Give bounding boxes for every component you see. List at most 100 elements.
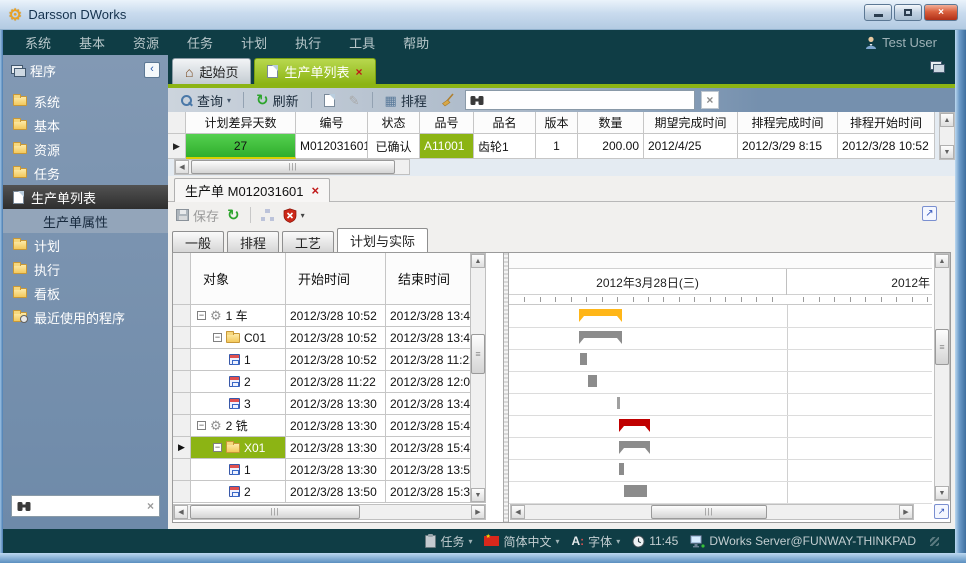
scroll-right-icon[interactable]: ▶ (899, 505, 913, 519)
order-cell-数量[interactable]: 200.00 (578, 134, 644, 159)
sidebar-search[interactable]: × (11, 495, 160, 517)
gantt-bar-summary[interactable] (579, 331, 622, 344)
order-cell-编号[interactable]: M012031601 (296, 134, 368, 159)
menu-item-任务[interactable]: 任务 (187, 33, 213, 52)
tree-start-cell[interactable]: 2012/3/28 13:50 (286, 481, 386, 503)
column-header-状态[interactable]: 状态 (368, 112, 420, 134)
tree-object-cell[interactable]: −X01 (191, 437, 286, 459)
popout-icon[interactable]: ↗ (922, 206, 937, 221)
close-tab-icon[interactable]: × (356, 65, 363, 79)
scroll-down-icon[interactable]: ▼ (935, 486, 949, 500)
sidebar-item-最近使用的程序[interactable]: 最近使用的程序 (3, 305, 168, 329)
scroll-left-icon[interactable]: ◀ (511, 505, 525, 519)
tree-start-cell[interactable]: 2012/3/28 13:30 (286, 437, 386, 459)
scroll-down-icon[interactable]: ▼ (471, 488, 485, 502)
order-cell-排程开始时间[interactable]: 2012/3/28 10:52 (838, 134, 935, 159)
tree-row-1[interactable]: 12012/3/28 13:302012/3/28 13:50 (173, 459, 486, 481)
tree-row-X01[interactable]: ▶−X012012/3/28 13:302012/3/28 15:40 (173, 437, 486, 459)
subtab-排程[interactable]: 排程 (227, 231, 279, 252)
scroll-right-icon[interactable]: ▶ (471, 505, 485, 519)
tree-start-cell[interactable]: 2012/3/28 10:52 (286, 327, 386, 349)
orders-grid-vscrollbar[interactable]: ▲ ▼ (939, 112, 955, 160)
minimize-button[interactable] (864, 4, 892, 21)
order-row[interactable]: ▶27M012031601已确认A11001齿轮11200.002012/4/2… (168, 134, 935, 159)
column-header-品号[interactable]: 品号 (420, 112, 474, 134)
quick-search-input[interactable] (488, 93, 690, 107)
tree-start-cell[interactable]: 2012/3/28 10:52 (286, 349, 386, 371)
gantt-bar-task[interactable] (588, 375, 597, 387)
search-clear-button[interactable]: × (701, 91, 719, 109)
tree-row-1[interactable]: 12012/3/28 10:522012/3/28 11:22 (173, 349, 486, 371)
column-header-品名[interactable]: 品名 (474, 112, 536, 134)
column-header-计划差异天数[interactable]: 计划差异天数 (186, 112, 296, 134)
sidebar-item-基本[interactable]: 基本 (3, 113, 168, 137)
save-button[interactable]: 保存 (176, 206, 219, 225)
tree-row-2 铣[interactable]: −⚙2 铣2012/3/28 13:302012/3/28 15:40 (173, 415, 486, 437)
gantt-bar-task[interactable] (619, 463, 624, 475)
tree-column-header-开始时间[interactable]: 开始时间 (286, 253, 386, 305)
sidebar-search-clear-icon[interactable]: × (147, 499, 154, 513)
order-cell-期望完成时间[interactable]: 2012/4/25 (644, 134, 738, 159)
close-button[interactable]: × (924, 4, 958, 21)
clean-button[interactable] (437, 91, 459, 109)
tree-object-cell[interactable]: 3 (191, 393, 286, 415)
tree-collapse-icon[interactable]: − (197, 421, 206, 430)
column-header-编号[interactable]: 编号 (296, 112, 368, 134)
gantt-vscrollbar[interactable]: ▲ ▼ (934, 253, 950, 501)
tree-start-cell[interactable]: 2012/3/28 11:22 (286, 371, 386, 393)
gantt-bar-summary[interactable] (619, 441, 650, 454)
status-language-menu[interactable]: 简体中文 ▾ (484, 533, 559, 550)
tree-row-3[interactable]: 32012/3/28 13:302012/3/28 13:40 (173, 393, 486, 415)
menu-item-基本[interactable]: 基本 (79, 33, 105, 52)
scroll-left-icon[interactable]: ◀ (175, 160, 189, 174)
tree-collapse-icon[interactable]: − (213, 443, 222, 452)
gantt-bar-summary[interactable] (619, 419, 650, 432)
tree-column-header-对象[interactable]: 对象 (191, 253, 286, 305)
user-menu[interactable]: Test User (865, 30, 937, 55)
tree-start-cell[interactable]: 2012/3/28 10:52 (286, 305, 386, 327)
restore-button[interactable] (894, 4, 922, 21)
menu-item-执行[interactable]: 执行 (295, 33, 321, 52)
detail-refresh-button[interactable]: ↻ (227, 208, 240, 223)
order-cell-品号[interactable]: A11001 (420, 134, 474, 159)
order-cell-状态[interactable]: 已确认 (368, 134, 420, 159)
tree-row-C01[interactable]: −C012012/3/28 10:522012/3/28 13:40 (173, 327, 486, 349)
tree-collapse-icon[interactable]: − (213, 333, 222, 342)
tree-object-cell[interactable]: −C01 (191, 327, 286, 349)
tree-collapse-icon[interactable]: − (197, 311, 206, 320)
audit-button[interactable]: ▾ (283, 208, 305, 223)
tree-object-cell[interactable]: 2 (191, 371, 286, 393)
scroll-down-icon[interactable]: ▼ (940, 145, 954, 159)
status-task-menu[interactable]: 任务 ▾ (425, 533, 472, 550)
order-cell-品名[interactable]: 齿轮1 (474, 134, 536, 159)
tree-start-cell[interactable]: 2012/3/28 13:30 (286, 393, 386, 415)
tree-object-cell[interactable]: 1 (191, 349, 286, 371)
gantt-hscrollbar[interactable]: ◀ ▶ (510, 504, 914, 520)
order-detail-tab[interactable]: 生产单 M012031601 × (174, 178, 330, 202)
subtab-一般[interactable]: 一般 (172, 231, 224, 252)
column-header-版本[interactable]: 版本 (536, 112, 578, 134)
tree-object-cell[interactable]: 1 (191, 459, 286, 481)
sidebar-item-生产单属性[interactable]: 生产单属性 (3, 209, 168, 233)
tree-object-cell[interactable]: −⚙2 铣 (191, 415, 286, 437)
edit-button[interactable]: ✎ (345, 92, 364, 109)
tree-row-2[interactable]: 22012/3/28 13:502012/3/28 15:30 (173, 481, 486, 503)
subtab-计划与实际[interactable]: 计划与实际 (337, 228, 428, 252)
gantt-bar-summary[interactable] (579, 309, 622, 322)
sidebar-item-任务[interactable]: 任务 (3, 161, 168, 185)
sidebar-item-生产单列表[interactable]: 生产单列表 (3, 185, 168, 209)
menu-item-计划[interactable]: 计划 (241, 33, 267, 52)
menu-item-系统[interactable]: 系统 (25, 33, 51, 52)
sidebar-item-系统[interactable]: 系统 (3, 89, 168, 113)
scroll-up-icon[interactable]: ▲ (940, 113, 954, 127)
menu-item-资源[interactable]: 资源 (133, 33, 159, 52)
quick-search-box[interactable] (465, 90, 695, 110)
new-button[interactable] (320, 92, 339, 109)
sidebar-collapse-button[interactable]: ‹ (144, 62, 160, 78)
menu-item-帮助[interactable]: 帮助 (403, 33, 429, 52)
gantt-bar-task[interactable] (617, 397, 620, 409)
column-header-期望完成时间[interactable]: 期望完成时间 (644, 112, 738, 134)
order-cell-计划差异天数[interactable]: 27 (186, 134, 296, 159)
gantt-bar-task[interactable] (580, 353, 587, 365)
scroll-left-icon[interactable]: ◀ (174, 505, 188, 519)
